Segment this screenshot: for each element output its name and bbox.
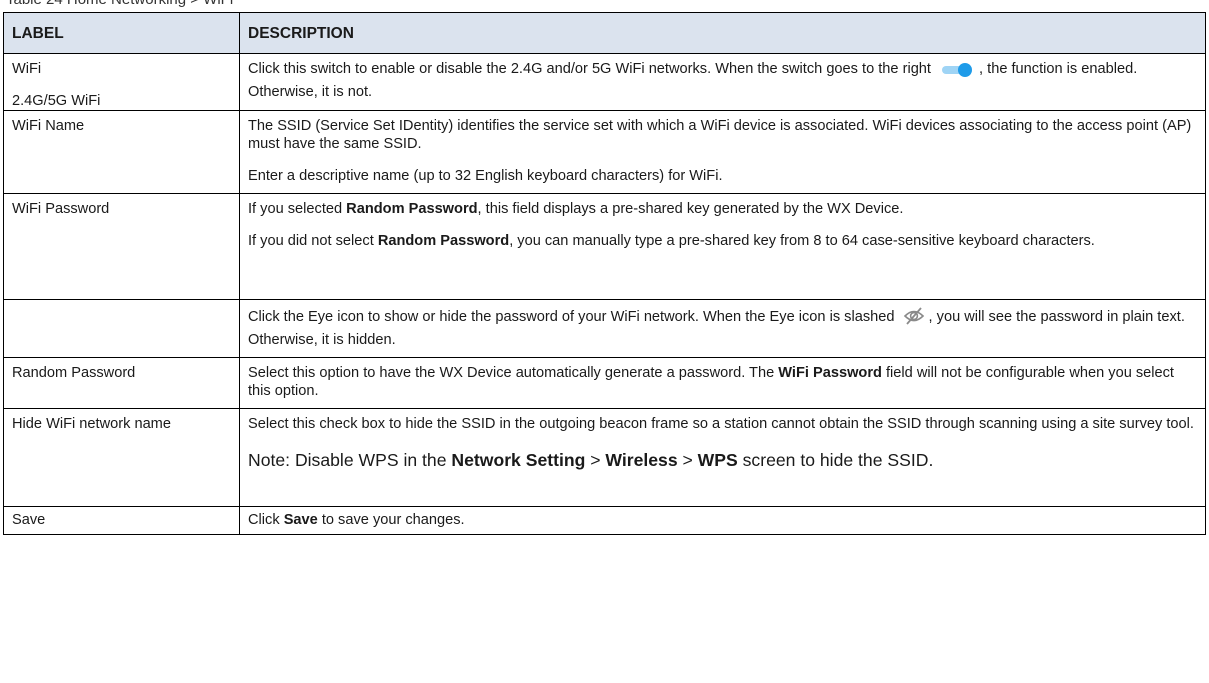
table-row-wifi-password: WiFi Password If you selected Random Pas… bbox=[3, 193, 1206, 300]
row-description: The SSID (Service Set IDentity) identifi… bbox=[239, 110, 1206, 194]
row-label: WiFi 2.4G/5G WiFi bbox=[3, 53, 240, 111]
table-row-hide-ssid: Hide WiFi network name Select this check… bbox=[3, 408, 1206, 507]
row-label: Hide WiFi network name bbox=[3, 408, 240, 507]
eye-slashed-icon bbox=[903, 306, 925, 331]
row-label-empty bbox=[3, 299, 240, 358]
table-row-wifi-name: WiFi Name The SSID (Service Set IDentity… bbox=[3, 110, 1206, 194]
label-wifi-password: WiFi Password bbox=[12, 201, 110, 217]
wifi-password-desc-2: If you did not select Random Password, y… bbox=[248, 233, 1095, 249]
header-label: LABEL bbox=[3, 12, 240, 54]
row-description: If you selected Random Password, this fi… bbox=[239, 193, 1206, 300]
hide-ssid-note: Note: Disable WPS in the Network Setting… bbox=[248, 450, 934, 470]
table-header-row: LABEL DESCRIPTION bbox=[3, 12, 1206, 54]
header-description: DESCRIPTION bbox=[239, 12, 1206, 54]
wifi-name-desc-2: Enter a descriptive name (up to 32 Engli… bbox=[248, 168, 723, 184]
save-desc: Click Save to save your changes. bbox=[248, 512, 465, 528]
label-wifi-bands: 2.4G/5G WiFi bbox=[12, 93, 101, 109]
label-save: Save bbox=[12, 512, 46, 528]
toggle-switch-on-icon bbox=[939, 60, 975, 83]
row-label: WiFi Password bbox=[3, 193, 240, 300]
eye-desc-part-a: Click the Eye icon to show or hide the p… bbox=[248, 309, 895, 325]
label-wifi-name: WiFi Name bbox=[12, 118, 85, 134]
table-caption: Table 24 Home Networking > WiFi bbox=[0, 0, 306, 9]
row-label: Save bbox=[3, 506, 240, 535]
table-row-eye-icon: Click the Eye icon to show or hide the p… bbox=[3, 299, 1206, 358]
label-hide-wifi-network-name: Hide WiFi network name bbox=[12, 416, 171, 432]
wifi-name-desc-1: The SSID (Service Set IDentity) identifi… bbox=[248, 118, 1192, 152]
row-description: Click Save to save your changes. bbox=[239, 506, 1206, 535]
hide-ssid-desc: Select this check box to hide the SSID i… bbox=[248, 416, 1194, 432]
row-label: WiFi Name bbox=[3, 110, 240, 194]
description-table: LABEL DESCRIPTION WiFi 2.4G/5G WiFi Clic… bbox=[3, 12, 1206, 535]
table-row-random-password: Random Password Select this option to ha… bbox=[3, 357, 1206, 409]
row-description: Select this check box to hide the SSID i… bbox=[239, 408, 1206, 507]
row-label: Random Password bbox=[3, 357, 240, 409]
table-row-save: Save Click Save to save your changes. bbox=[3, 506, 1206, 535]
row-description: Click the Eye icon to show or hide the p… bbox=[239, 299, 1206, 358]
random-password-desc: Select this option to have the WX Device… bbox=[248, 365, 1174, 399]
row-description: Click this switch to enable or disable t… bbox=[239, 53, 1206, 111]
row-description: Select this option to have the WX Device… bbox=[239, 357, 1206, 409]
wifi-desc-part-a: Click this switch to enable or disable t… bbox=[248, 61, 931, 77]
wifi-password-desc-1: If you selected Random Password, this fi… bbox=[248, 201, 904, 217]
label-wifi: WiFi bbox=[12, 61, 42, 77]
label-random-password: Random Password bbox=[12, 365, 136, 381]
table-row-wifi: WiFi 2.4G/5G WiFi Click this switch to e… bbox=[3, 53, 1206, 111]
